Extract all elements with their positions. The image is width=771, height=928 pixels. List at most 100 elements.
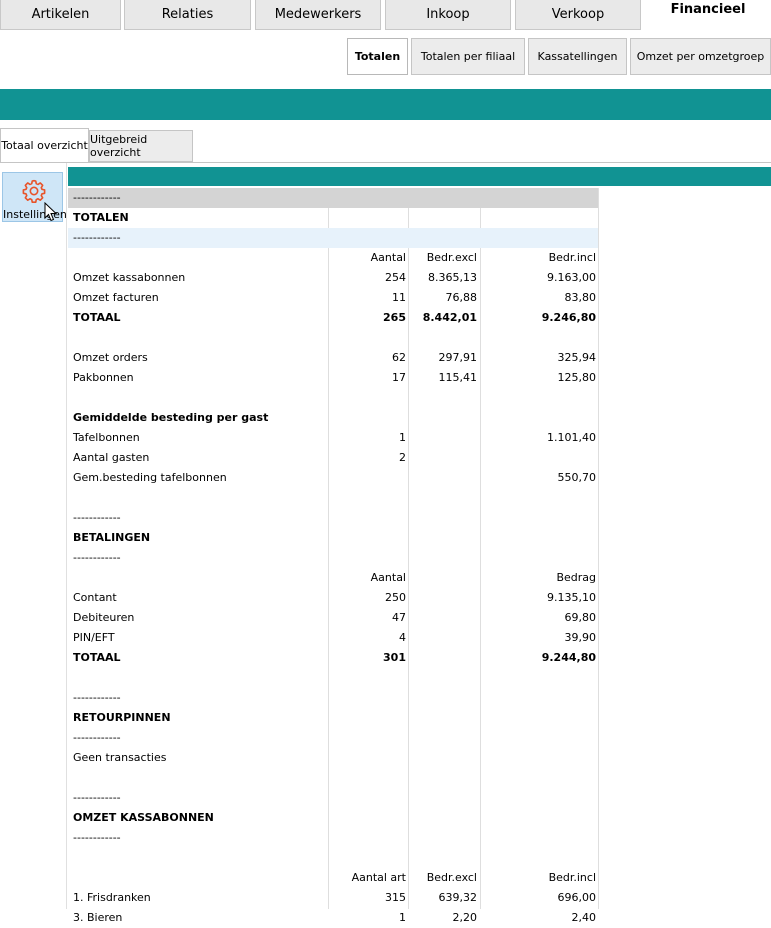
table-cell: 1.101,40 <box>547 431 596 444</box>
table-row: ------------ <box>68 508 598 528</box>
table-row: Tafelbonnen 1 1.101,40 <box>68 428 598 448</box>
table-row: Gemiddelde besteding per gast <box>68 408 598 428</box>
table-row <box>68 768 598 788</box>
tab-totaal-overzicht[interactable]: Totaal overzicht <box>0 128 89 162</box>
table-cell: 115,41 <box>438 371 478 384</box>
table-cell: Aantal gasten <box>73 451 150 464</box>
table-row <box>68 328 598 348</box>
table-row: TOTAAL 301 9.244,80 <box>68 648 598 668</box>
table-row: OMZET KASSABONNEN <box>68 808 598 828</box>
table-row: ------------ <box>68 728 598 748</box>
table-cell: 69,80 <box>564 611 597 624</box>
table-row: Debiteuren 47 69,80 <box>68 608 598 628</box>
tab-artikelen[interactable]: Artikelen <box>0 0 121 30</box>
table-cell: 9.246,80 <box>541 311 596 324</box>
table-cell: Bedr.excl <box>426 251 477 264</box>
table-row: PIN/EFT 4 39,90 <box>68 628 598 648</box>
table-row: Contant 250 9.135,10 <box>68 588 598 608</box>
table-cell: Omzet kassabonnen <box>73 271 186 284</box>
header-band <box>0 89 771 120</box>
table-cell: 325,94 <box>557 351 597 364</box>
table-row: Aantal gasten 2 <box>68 448 598 468</box>
table-row: Aantal Bedr.excl Bedr.incl <box>68 248 598 268</box>
table-row: BETALINGEN <box>68 528 598 548</box>
table-cell: 301 <box>383 651 406 664</box>
table-cell: Aantal art <box>351 871 406 884</box>
table-row: ------------ <box>68 548 598 568</box>
table-cell: PIN/EFT <box>73 631 115 644</box>
table-cell: ------------ <box>73 551 121 564</box>
table-row: 3. Bieren 1 2,20 2,40 <box>68 908 598 928</box>
table-cell: 1 <box>399 431 406 444</box>
table-cell: 315 <box>385 891 406 904</box>
table-row: Gem.besteding tafelbonnen 550,70 <box>68 468 598 488</box>
table-cell: ------------ <box>73 831 121 844</box>
subtab-kassatellingen[interactable]: Kassatellingen <box>528 38 627 75</box>
table-cell: 1. Frisdranken <box>73 891 151 904</box>
table-cell: 76,88 <box>445 291 478 304</box>
report-header-bar <box>68 167 771 186</box>
column-divider <box>598 188 599 909</box>
table-cell: 1 <box>399 911 406 924</box>
main-tab-bar: Artikelen Relaties Medewerkers Inkoop Ve… <box>0 0 771 31</box>
table-cell: 62 <box>392 351 406 364</box>
tab-divider <box>0 162 771 163</box>
table-cell: Pakbonnen <box>73 371 134 384</box>
table-cell: 9.244,80 <box>541 651 596 664</box>
table-cell: 9.163,00 <box>547 271 596 284</box>
table-cell: 639,32 <box>438 891 478 904</box>
table-cell: 696,00 <box>557 891 597 904</box>
tab-medewerkers[interactable]: Medewerkers <box>255 0 381 30</box>
table-row: Aantal Bedrag <box>68 568 598 588</box>
table-cell: ------------ <box>73 511 121 524</box>
tab-inkoop[interactable]: Inkoop <box>385 0 511 30</box>
table-row <box>68 668 598 688</box>
table-row: Omzet kassabonnen 254 8.365,13 9.163,00 <box>68 268 598 288</box>
tab-uitgebreid-overzicht[interactable]: Uitgebreid overzicht <box>89 130 193 162</box>
subtab-totalen[interactable]: Totalen <box>347 38 408 75</box>
table-cell: ------------ <box>73 731 121 744</box>
table-cell: 4 <box>399 631 406 644</box>
mouse-cursor-icon <box>44 202 58 222</box>
table-cell: 125,80 <box>557 371 597 384</box>
table-row <box>68 388 598 408</box>
table-row <box>68 488 598 508</box>
table-cell: Omzet facturen <box>73 291 159 304</box>
table-cell: 8.442,01 <box>422 311 477 324</box>
gear-icon <box>22 179 46 203</box>
subtab-totalen-per-filiaal[interactable]: Totalen per filiaal <box>411 38 525 75</box>
table-cell: 2 <box>399 451 406 464</box>
table-row: Pakbonnen 17 115,41 125,80 <box>68 368 598 388</box>
table-cell: Gem.besteding tafelbonnen <box>73 471 227 484</box>
table-cell: Bedr.excl <box>426 871 477 884</box>
table-cell: ------------ <box>73 691 121 704</box>
table-row: Omzet facturen 11 76,88 83,80 <box>68 288 598 308</box>
table-cell: 2,40 <box>571 911 597 924</box>
table-cell: Contant <box>73 591 117 604</box>
tab-relaties[interactable]: Relaties <box>124 0 251 30</box>
table-cell: 8.365,13 <box>428 271 477 284</box>
subtab-omzet-per-omzetgroep[interactable]: Omzet per omzetgroep <box>630 38 771 75</box>
table-cell: Debiteuren <box>73 611 135 624</box>
table-cell: 17 <box>392 371 406 384</box>
table-cell: Geen transacties <box>73 751 167 764</box>
table-cell: 9.135,10 <box>547 591 596 604</box>
table-cell: 550,70 <box>557 471 597 484</box>
table-row: TOTAAL 265 8.442,01 9.246,80 <box>68 308 598 328</box>
table-row: ------------ <box>68 188 598 208</box>
table-cell: Bedr.incl <box>548 251 596 264</box>
table-row: 1. Frisdranken 315 639,32 696,00 <box>68 888 598 908</box>
table-row <box>68 848 598 868</box>
left-panel <box>0 163 67 909</box>
table-cell: TOTAAL <box>73 311 121 324</box>
tab-verkoop[interactable]: Verkoop <box>515 0 641 30</box>
table-cell: Tafelbonnen <box>73 431 140 444</box>
report-table: ------------ TOTALEN ------------ Aantal Bed… <box>68 188 598 928</box>
table-row: ------------ <box>68 228 598 248</box>
table-cell: 2,20 <box>452 911 478 924</box>
table-cell: 39,90 <box>564 631 597 644</box>
table-row: Omzet orders 62 297,91 325,94 <box>68 348 598 368</box>
table-row: Geen transacties <box>68 748 598 768</box>
tab-financieel[interactable]: Financieel <box>645 0 771 30</box>
table-cell: 254 <box>385 271 406 284</box>
